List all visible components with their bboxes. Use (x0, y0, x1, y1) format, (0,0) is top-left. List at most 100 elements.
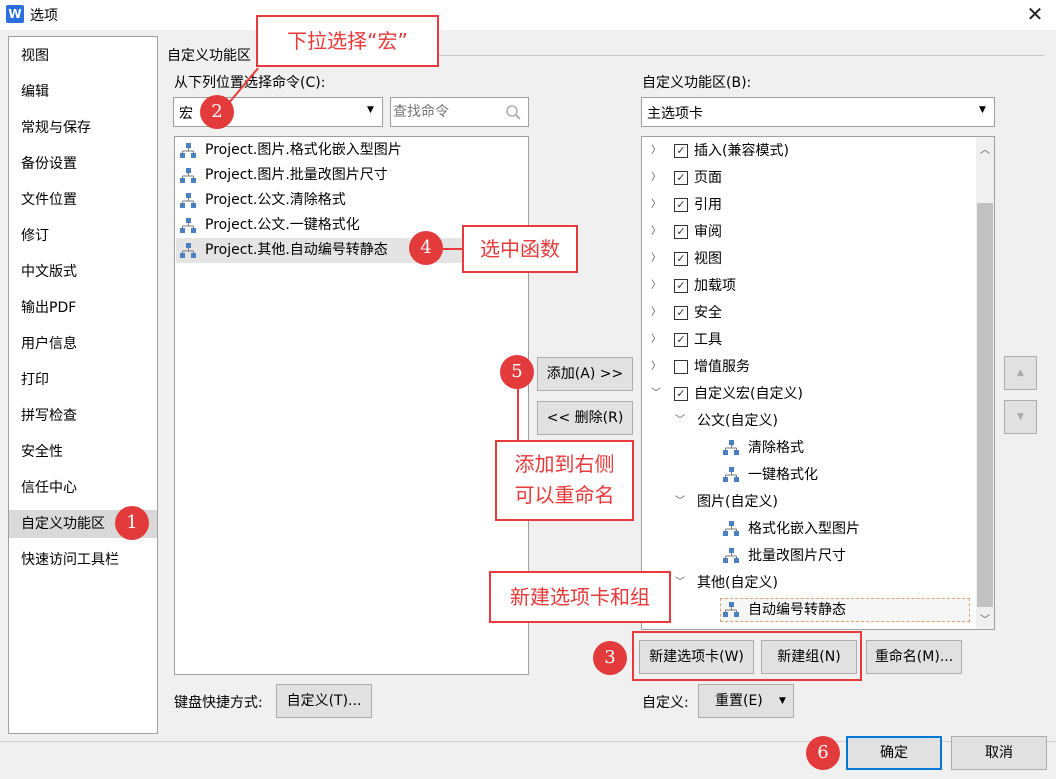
ribbon-tree-item[interactable]: 清除格式 (642, 435, 974, 461)
reset-button[interactable]: 重置(E) ▼ (698, 684, 794, 718)
ribbon-tree-item[interactable]: ﹀ ✓ 自定义宏(自定义) (642, 381, 974, 407)
command-search-input[interactable] (393, 102, 501, 122)
tree-label: 审阅 (694, 224, 722, 240)
search-icon[interactable] (505, 104, 522, 121)
ok-button[interactable]: 确定 (846, 736, 942, 770)
ribbon-tree[interactable]: 自动编号转静态 ﹀ 其他(自定义) 批量改图片尺寸 格式化嵌入型图片 ﹀ 图片(自定义) 一键… (641, 136, 995, 630)
command-search-box[interactable] (390, 97, 529, 127)
customize-shortcut-button[interactable]: 自定义(T)... (276, 684, 372, 718)
ribbon-tree-item[interactable]: 〉 ✓ 工具 (642, 327, 974, 353)
nav-item[interactable]: 打印 (9, 366, 157, 394)
ribbon-tree-item[interactable]: 〉 增值服务 (642, 354, 974, 380)
tree-command-label: 格式化嵌入型图片 (748, 521, 860, 537)
ribbon-tree-item[interactable]: 自动编号转静态 (642, 597, 974, 623)
chevron-down-icon[interactable]: ﹀ (674, 489, 686, 515)
chevron-down-icon[interactable]: ﹀ (674, 408, 686, 434)
chevron-right-icon[interactable]: 〉 (650, 327, 662, 353)
chevron-right-icon[interactable]: 〉 (650, 192, 662, 218)
tree-checkbox[interactable]: ✓ (674, 225, 688, 239)
ribbon-tree-item[interactable]: 批量改图片尺寸 (642, 543, 974, 569)
nav-item[interactable]: 修订 (9, 222, 157, 250)
chevron-down-icon: ▼ (367, 105, 374, 115)
tree-checkbox[interactable]: ✓ (674, 387, 688, 401)
close-icon[interactable]: ✕ (1022, 2, 1048, 26)
ribbon-tree-item[interactable]: 〉 ✓ 引用 (642, 192, 974, 218)
macro-icon (723, 602, 739, 617)
tree-label: 视图 (694, 251, 722, 267)
remove-button[interactable]: << 删除(R) (537, 401, 633, 435)
nav-item[interactable]: 快速访问工具栏 (9, 546, 157, 574)
move-down-button[interactable]: ▼ (1004, 400, 1037, 434)
ribbon-tree-item[interactable]: 〉 ✓ 安全 (642, 300, 974, 326)
nav-item[interactable]: 常规与保存 (9, 114, 157, 142)
tree-checkbox[interactable]: ✓ (674, 306, 688, 320)
nav-item[interactable]: 备份设置 (9, 150, 157, 178)
tree-command-label: 一键格式化 (748, 467, 818, 483)
tree-checkbox[interactable]: ✓ (674, 144, 688, 158)
command-source-value: 宏 (179, 106, 193, 122)
nav-item[interactable]: 视图 (9, 42, 157, 70)
command-list[interactable]: Project.图片.格式化嵌入型图片 Project.图片.批量改图片尺寸 Pro… (174, 136, 529, 675)
nav-item[interactable]: 中文版式 (9, 258, 157, 286)
tree-scrollbar[interactable]: ︿ ﹀ (976, 137, 994, 629)
tree-checkbox[interactable]: ✓ (674, 333, 688, 347)
ribbon-tree-item[interactable]: 一键格式化 (642, 462, 974, 488)
chevron-right-icon[interactable]: 〉 (650, 273, 662, 299)
ribbon-tree-item[interactable]: ﹀ 图片(自定义) (642, 489, 974, 515)
ribbon-tree-item[interactable]: ﹀ 公文(自定义) (642, 408, 974, 434)
nav-item[interactable]: 输出PDF (9, 294, 157, 322)
chevron-down-icon[interactable]: ﹀ (674, 570, 686, 596)
nav-item[interactable]: 安全性 (9, 438, 157, 466)
chevron-right-icon[interactable]: 〉 (650, 219, 662, 245)
chevron-right-icon[interactable]: 〉 (650, 165, 662, 191)
step-badge-6: 6 (806, 736, 840, 770)
macro-icon (180, 193, 196, 208)
nav-item[interactable]: 用户信息 (9, 330, 157, 358)
nav-item[interactable]: 拼写检查 (9, 402, 157, 430)
tree-group-label: 其他(自定义) (697, 575, 778, 591)
add-button[interactable]: 添加(A) >> (537, 357, 633, 391)
tree-label: 页面 (694, 170, 722, 186)
annotation-line (443, 248, 463, 250)
nav-item[interactable]: 文件位置 (9, 186, 157, 214)
chevron-right-icon[interactable]: 〉 (650, 300, 662, 326)
rename-button[interactable]: 重命名(M)... (866, 640, 962, 674)
macro-icon (723, 467, 739, 482)
ribbon-tree-item[interactable]: 〉 ✓ 审阅 (642, 219, 974, 245)
chevron-right-icon[interactable]: 〉 (650, 354, 662, 380)
scrollbar-thumb[interactable] (977, 203, 993, 607)
ribbon-tree-item[interactable]: 〉 ✓ 加载项 (642, 273, 974, 299)
tree-checkbox[interactable]: ✓ (674, 279, 688, 293)
ribbon-tree-item[interactable]: 〉 ✓ 插入(兼容模式) (642, 138, 974, 164)
nav-item[interactable]: 信任中心 (9, 474, 157, 502)
tree-group-label: 图片(自定义) (697, 494, 778, 510)
ribbon-tree-item[interactable]: ﹀ 其他(自定义) (642, 570, 974, 596)
tree-checkbox[interactable]: ✓ (674, 171, 688, 185)
cancel-button[interactable]: 取消 (951, 736, 1047, 770)
customize-ribbon-label: 自定义功能区(B): (642, 75, 752, 91)
tree-checkbox[interactable]: ✓ (674, 198, 688, 212)
scroll-down-icon[interactable]: ﹀ (980, 611, 990, 626)
command-list-item[interactable]: Project.公文.清除格式 (175, 188, 465, 213)
command-list-item[interactable]: Project.图片.批量改图片尺寸 (175, 163, 465, 188)
tree-group-label: 公文(自定义) (697, 413, 778, 429)
move-up-button[interactable]: ▲ (1004, 356, 1037, 390)
scroll-up-icon[interactable]: ︿ (980, 141, 990, 156)
ribbon-tree-item[interactable]: 〉 ✓ 视图 (642, 246, 974, 272)
ribbon-tree-item[interactable]: 格式化嵌入型图片 (642, 516, 974, 542)
chevron-down-icon[interactable]: ﹀ (650, 381, 662, 407)
tree-checkbox[interactable]: ✓ (674, 252, 688, 266)
nav-item[interactable]: 编辑 (9, 78, 157, 106)
tree-checkbox[interactable] (674, 360, 688, 374)
command-label: Project.图片.批量改图片尺寸 (205, 167, 388, 183)
command-list-item[interactable]: Project.图片.格式化嵌入型图片 (175, 138, 465, 163)
tree-label: 安全 (694, 305, 722, 321)
chevron-right-icon[interactable]: 〉 (650, 138, 662, 164)
chevron-right-icon[interactable]: 〉 (650, 246, 662, 272)
annotation-select-macro: 下拉选择“宏” (256, 15, 439, 67)
macro-icon (180, 143, 196, 158)
annotation-highlight-box (632, 631, 862, 681)
ribbon-tabs-dropdown[interactable]: 主选项卡 ▼ (641, 97, 995, 127)
ribbon-tree-item[interactable]: 〉 ✓ 页面 (642, 165, 974, 191)
macro-icon (180, 168, 196, 183)
